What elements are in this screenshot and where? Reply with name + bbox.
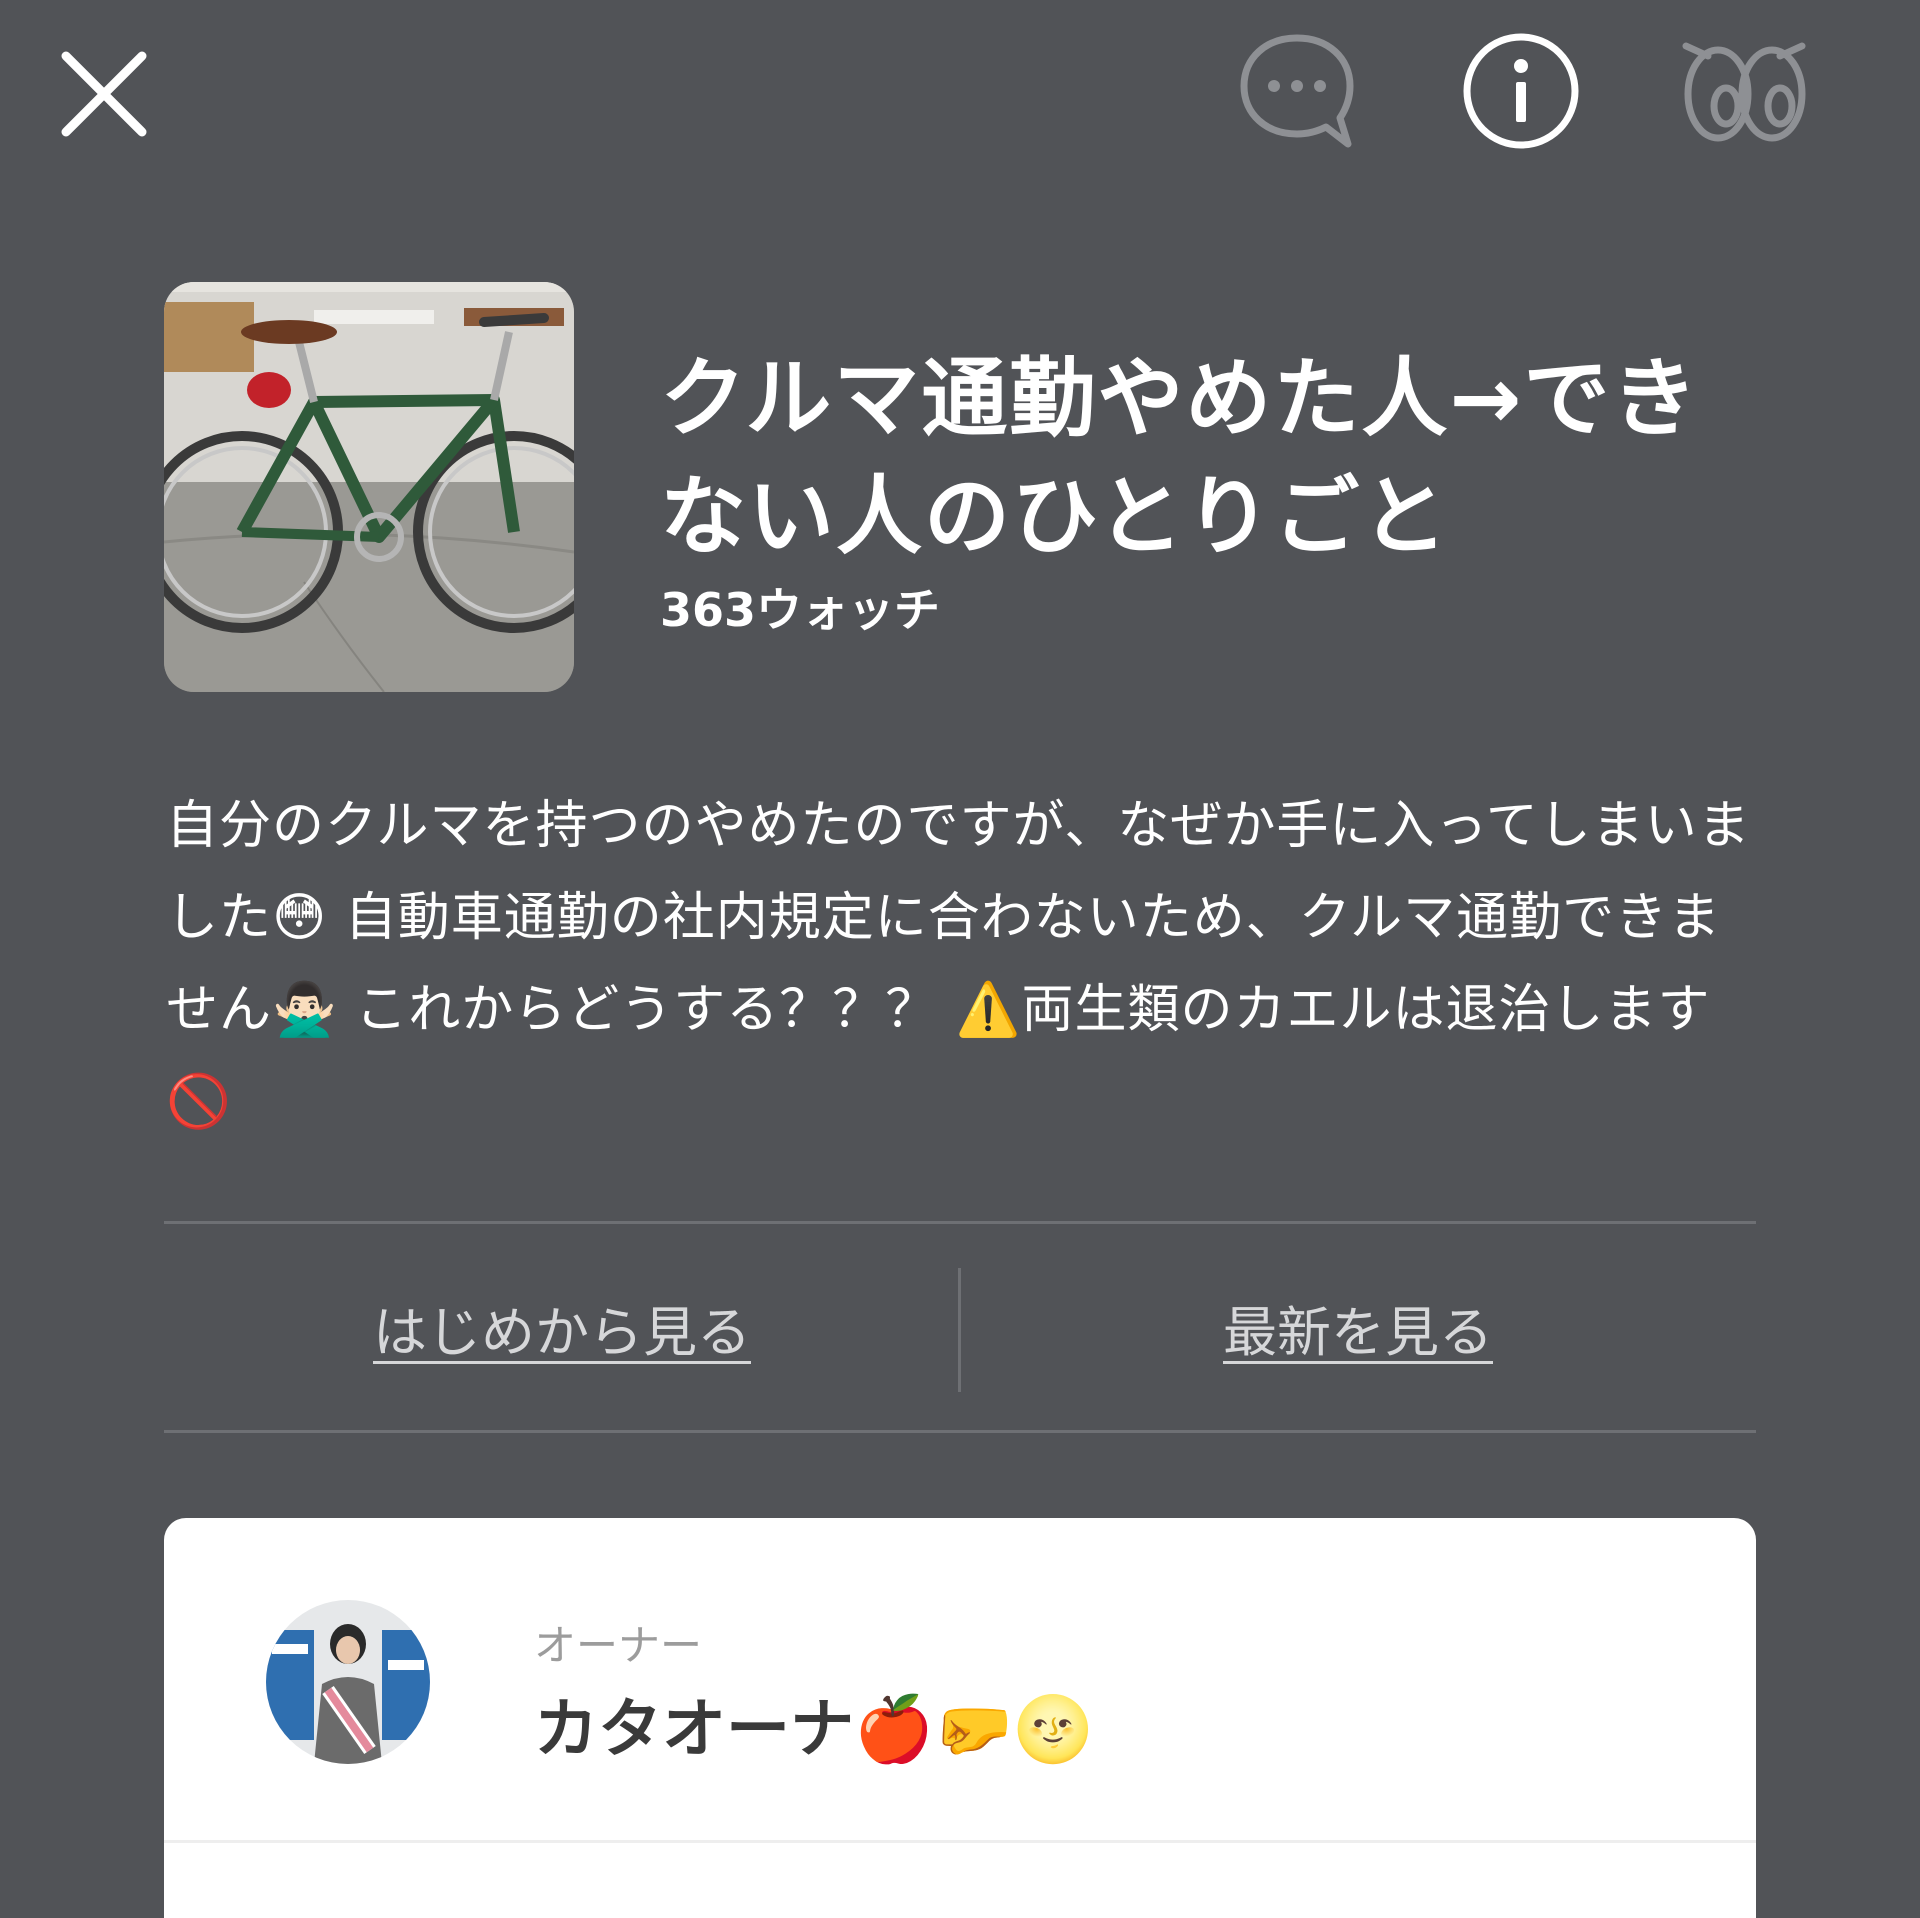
divider-bottom: [164, 1430, 1756, 1433]
info-icon[interactable]: [1460, 30, 1582, 152]
chat-bubble-icon[interactable]: [1236, 30, 1358, 152]
owner-name: カタオーナ🍎🤛🌝: [534, 1693, 1094, 1767]
read-from-start-link[interactable]: はじめから見る: [164, 1224, 960, 1430]
close-icon[interactable]: [56, 46, 152, 142]
owner-avatar: [266, 1600, 430, 1764]
top-bar: [0, 0, 1920, 190]
talk-header: クルマ通勤やめた人→できない人のひとりごと 363ウォッチ: [164, 282, 1764, 702]
owner-card[interactable]: オーナー カタオーナ🍎🤛🌝: [164, 1518, 1756, 1918]
watch-count: 363ウォッチ: [660, 583, 941, 637]
read-latest-link[interactable]: 最新を見る: [960, 1224, 1756, 1430]
cover-image: [164, 282, 574, 692]
card-divider: [164, 1840, 1756, 1843]
owner-role-label: オーナー: [534, 1621, 703, 1670]
read-navigation: はじめから見る 最新を見る: [164, 1224, 1756, 1430]
talk-description: 自分のクルマを持つのやめたのですが、なぜか手に入ってしまいました😳 自動車通勤の…: [166, 796, 1751, 1132]
talk-title: クルマ通勤やめた人→できない人のひとりごと: [660, 349, 1700, 567]
eyes-icon[interactable]: [1680, 30, 1808, 152]
